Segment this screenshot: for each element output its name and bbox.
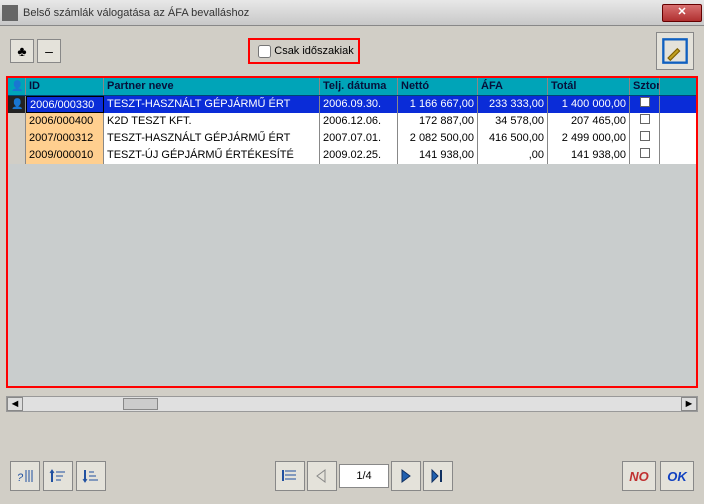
cell-id: 2009/000010 [26, 147, 104, 164]
checkbox-icon [640, 131, 650, 141]
cell-date: 2006.12.06. [320, 113, 398, 130]
minus-button[interactable]: – [37, 39, 61, 63]
scroll-track[interactable] [23, 397, 681, 411]
next-icon [397, 467, 415, 485]
cell-partner: TESZT-HASZNÁLT GÉPJÁRMŰ ÉRT [104, 130, 320, 147]
window-title: Belső számlák válogatása az ÁFA bevallás… [23, 7, 662, 19]
cell-afa: ,00 [478, 147, 548, 164]
header-date[interactable]: Telj. dátuma [320, 78, 398, 95]
header-partner[interactable]: Partner neve [104, 78, 320, 95]
cell-id: 2006/000400 [26, 113, 104, 130]
cell-partner: TESZT-HASZNÁLT GÉPJÁRMŰ ÉRT [104, 96, 320, 113]
invoice-grid: ID Partner neve Telj. dátuma Nettó ÁFA T… [6, 76, 698, 386]
period-only-checkbox-wrap: Csak időszakiak [248, 38, 360, 64]
header-afa[interactable]: ÁFA [478, 78, 548, 95]
no-button[interactable]: NO [622, 461, 656, 491]
close-button[interactable]: ✕ [662, 4, 702, 22]
sort-desc-icon [82, 467, 100, 485]
scroll-thumb[interactable] [123, 398, 158, 410]
horizontal-scrollbar[interactable]: ◄ ► [6, 396, 698, 412]
header-total[interactable]: Totál [548, 78, 630, 95]
header-netto[interactable]: Nettó [398, 78, 478, 95]
cell-id: 2007/000312 [26, 130, 104, 147]
cell-total: 2 499 000,00 [548, 130, 630, 147]
cell-date: 2009.02.25. [320, 147, 398, 164]
cell-total: 207 465,00 [548, 113, 630, 130]
first-page-button[interactable] [275, 461, 305, 491]
table-row[interactable]: 2007/000312TESZT-HASZNÁLT GÉPJÁRMŰ ÉRT20… [8, 130, 696, 147]
pager: 1/4 [106, 461, 622, 491]
cell-date: 2006.09.30. [320, 96, 398, 113]
last-icon [429, 467, 447, 485]
cell-afa: 416 500,00 [478, 130, 548, 147]
toolbar: ♣ – Csak időszakiak [0, 26, 704, 76]
edit-button[interactable] [656, 32, 694, 70]
row-icon [8, 113, 26, 130]
table-row[interactable]: 2006/000330TESZT-HASZNÁLT GÉPJÁRMŰ ÉRT20… [8, 96, 696, 113]
highlight-underline [6, 386, 698, 388]
pencil-icon [661, 37, 689, 65]
footer-right-buttons: NO OK [622, 461, 694, 491]
cell-total: 1 400 000,00 [548, 96, 630, 113]
checkbox-icon [640, 114, 650, 124]
first-icon [281, 467, 299, 485]
scroll-right-arrow[interactable]: ► [681, 397, 697, 411]
help-button[interactable]: ? [10, 461, 40, 491]
next-page-button[interactable] [391, 461, 421, 491]
period-only-checkbox[interactable] [258, 45, 271, 58]
row-icon [8, 130, 26, 147]
cell-total: 141 938,00 [548, 147, 630, 164]
person-icon [11, 98, 23, 110]
cell-szt[interactable] [630, 113, 660, 130]
club-button[interactable]: ♣ [10, 39, 34, 63]
cell-partner: K2D TESZT KFT. [104, 113, 320, 130]
cell-netto: 172 887,00 [398, 113, 478, 130]
cell-szt[interactable] [630, 147, 660, 164]
prev-page-button[interactable] [307, 461, 337, 491]
sort-desc-button[interactable] [76, 461, 106, 491]
checkbox-icon [640, 148, 650, 158]
sort-asc-icon [49, 467, 67, 485]
prev-icon [313, 467, 331, 485]
checkbox-icon [640, 97, 650, 107]
header-id[interactable]: ID [26, 78, 104, 95]
cell-netto: 1 166 667,00 [398, 96, 478, 113]
footer: ? 1/4 NO OK [0, 456, 704, 496]
titlebar: Belső számlák válogatása az ÁFA bevallás… [0, 0, 704, 26]
cell-netto: 141 938,00 [398, 147, 478, 164]
cell-id: 2006/000330 [26, 96, 104, 113]
header-szt[interactable]: Sztor [630, 78, 660, 95]
sort-asc-button[interactable] [43, 461, 73, 491]
grid-body: 2006/000330TESZT-HASZNÁLT GÉPJÁRMŰ ÉRT20… [8, 96, 696, 164]
cell-netto: 2 082 500,00 [398, 130, 478, 147]
cell-partner: TESZT-ÚJ GÉPJÁRMŰ ÉRTÉKESÍTÉ [104, 147, 320, 164]
grid-header-row: ID Partner neve Telj. dátuma Nettó ÁFA T… [8, 78, 696, 96]
cell-szt[interactable] [630, 130, 660, 147]
last-page-button[interactable] [423, 461, 453, 491]
scroll-left-arrow[interactable]: ◄ [7, 397, 23, 411]
person-icon [11, 80, 23, 92]
header-icon-col[interactable] [8, 78, 26, 95]
help-icon: ? [16, 467, 34, 485]
table-row[interactable]: 2006/000400K2D TESZT KFT.2006.12.06.172 … [8, 113, 696, 130]
period-only-label: Csak időszakiak [274, 45, 353, 57]
footer-left-buttons: ? [10, 461, 106, 491]
row-icon [8, 96, 26, 113]
svg-text:?: ? [17, 472, 24, 484]
table-row[interactable]: 2009/000010TESZT-ÚJ GÉPJÁRMŰ ÉRTÉKESÍTÉ2… [8, 147, 696, 164]
cell-afa: 233 333,00 [478, 96, 548, 113]
row-icon [8, 147, 26, 164]
page-indicator: 1/4 [339, 464, 389, 488]
cell-szt[interactable] [630, 96, 660, 113]
cell-afa: 34 578,00 [478, 113, 548, 130]
cell-date: 2007.07.01. [320, 130, 398, 147]
ok-button[interactable]: OK [660, 461, 694, 491]
app-icon [2, 5, 18, 21]
